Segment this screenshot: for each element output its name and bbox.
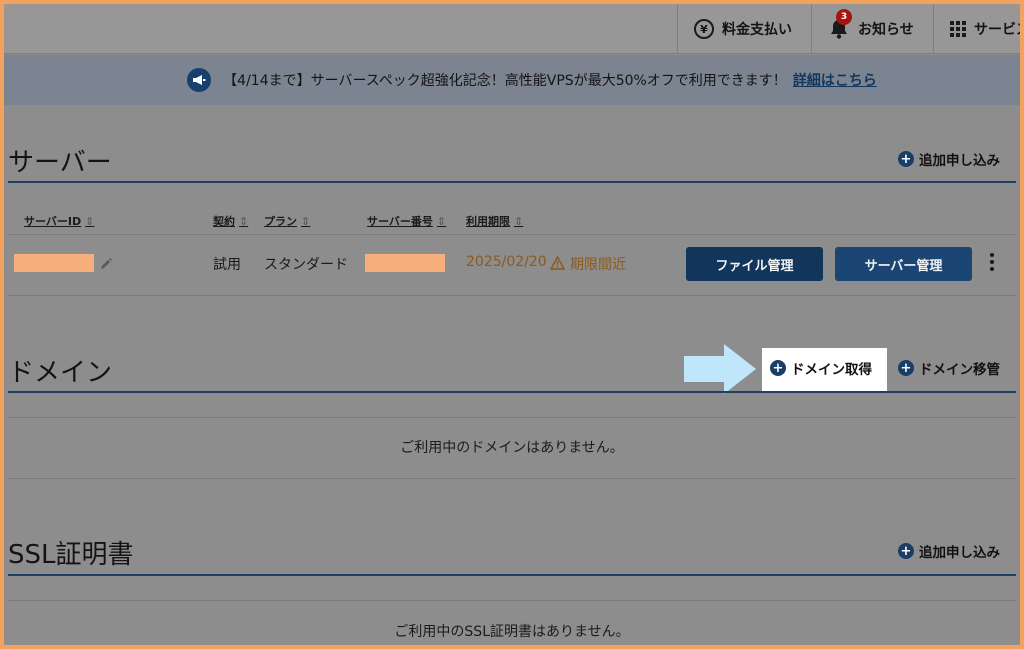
contract-value: 試用 — [213, 257, 241, 273]
file-manager-button[interactable]: ファイル管理 — [686, 247, 823, 281]
server-id-redacted — [14, 254, 94, 272]
expiry-warning: 期限間近 — [570, 257, 626, 273]
column-expiry[interactable]: 利用期限 ⇕ — [466, 213, 523, 229]
ssl-empty-message: ご利用中のSSL証明書はありません。 — [394, 624, 630, 640]
pointer-arrow-icon — [684, 344, 756, 394]
domain-table-top — [8, 417, 1016, 418]
pencil-icon[interactable] — [99, 257, 113, 271]
bell-icon: 3 — [830, 9, 852, 39]
notice-count-badge: 3 — [836, 9, 852, 25]
ssl-add-button[interactable]: + 追加申し込み — [898, 541, 1000, 561]
domain-transfer-label: ドメイン移管 — [919, 362, 1000, 378]
column-server-number[interactable]: サーバー番号 ⇕ — [367, 213, 446, 229]
warning-icon — [550, 256, 565, 270]
services-menu[interactable]: サービス — [933, 4, 1020, 54]
more-options-icon[interactable] — [990, 253, 996, 271]
column-plan[interactable]: プラン ⇕ — [264, 213, 310, 229]
top-bar: ¥ 料金支払い 3 お知らせ サービス — [4, 4, 1020, 54]
server-add-button[interactable]: + 追加申し込み — [898, 149, 1000, 169]
column-contract[interactable]: 契約 ⇕ — [213, 213, 248, 229]
ssl-section-title: SSL証明書 — [8, 540, 134, 570]
plan-value: スタンダード — [264, 257, 348, 273]
notice-link[interactable]: 3 お知らせ — [811, 4, 933, 54]
banner-detail-link[interactable]: 詳細はこちら — [793, 70, 877, 90]
megaphone-icon — [187, 68, 212, 92]
campaign-banner: 【4/14まで】サーバースペック超強化記念！高性能VPSが最大50%オフで利用で… — [4, 55, 1020, 105]
domain-transfer-button[interactable]: + ドメイン移管 — [898, 358, 1000, 378]
domain-section-title: ドメイン — [8, 358, 113, 388]
column-server-id[interactable]: サーバーID ⇕ — [24, 213, 94, 229]
domain-empty-message: ご利用中のドメインはありません。 — [400, 440, 624, 456]
billing-link[interactable]: ¥ 料金支払い — [677, 4, 811, 54]
grid-icon — [950, 21, 966, 37]
server-number-redacted — [365, 254, 445, 272]
domain-table-bottom — [8, 478, 1016, 479]
plus-circle-icon: + — [898, 360, 914, 376]
banner-text: 【4/14まで】サーバースペック超強化記念！高性能VPSが最大50%オフで利用で… — [223, 73, 787, 89]
domain-get-button[interactable]: + ドメイン取得 — [770, 358, 872, 378]
plus-circle-icon: + — [898, 151, 914, 167]
ssl-section-rule — [8, 574, 1016, 576]
domain-section-rule — [8, 391, 1016, 393]
server-table-bottom — [8, 295, 1016, 296]
table-header-divider — [8, 234, 1016, 235]
server-manage-button[interactable]: サーバー管理 — [835, 247, 972, 281]
plus-circle-icon: + — [770, 360, 786, 376]
server-section-rule — [8, 181, 1016, 183]
services-label: サービス — [974, 22, 1020, 38]
ssl-add-label: 追加申し込み — [919, 545, 1000, 561]
ssl-table-top — [8, 600, 1016, 601]
expiry-value: 2025/02/20 — [466, 254, 547, 270]
domain-get-label: ドメイン取得 — [791, 362, 872, 378]
server-section-title: サーバー — [8, 148, 112, 178]
plus-circle-icon: + — [898, 543, 914, 559]
yen-icon: ¥ — [694, 19, 714, 39]
notice-label: お知らせ — [858, 22, 914, 38]
billing-label: 料金支払い — [722, 22, 792, 38]
server-add-label: 追加申し込み — [919, 153, 1000, 169]
page-frame: ¥ 料金支払い 3 お知らせ サービス — [4, 4, 1020, 645]
